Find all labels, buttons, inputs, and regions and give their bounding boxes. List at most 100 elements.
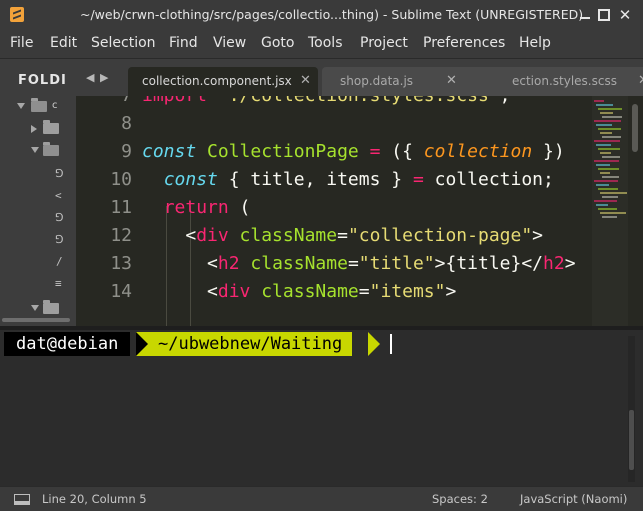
tree-file[interactable]: / <box>0 253 76 275</box>
code-line: const { title, items } = collection; <box>142 166 554 194</box>
code-token: className <box>250 253 348 274</box>
minimap-line <box>594 160 619 162</box>
minimap-line <box>596 184 609 186</box>
code-token: { title, items } <box>217 169 413 190</box>
menu-help[interactable]: Help <box>519 35 551 51</box>
file-text-icon: ≡ <box>55 277 62 290</box>
file-icon: ⅁ <box>55 233 64 246</box>
minimize-icon[interactable] <box>578 8 592 22</box>
tree-file[interactable]: < <box>0 187 76 209</box>
line-number: 13 <box>110 253 132 274</box>
terminal-cursor <box>390 334 392 354</box>
code-token: import <box>142 96 207 106</box>
terminal-scrollbar-thumb[interactable] <box>629 410 634 470</box>
code-token: = <box>412 169 424 190</box>
menu-file[interactable]: File <box>10 35 33 51</box>
tree-file[interactable]: ⅁ <box>0 231 76 253</box>
menu-find[interactable]: Find <box>169 35 198 51</box>
minimap-line <box>600 192 627 194</box>
prompt-separator <box>136 332 148 356</box>
menu-view[interactable]: View <box>213 35 246 51</box>
minimap-line <box>596 204 608 206</box>
tree-file[interactable]: ⅁ <box>0 209 76 231</box>
minimap-line <box>598 148 620 150</box>
menu-bar: File Edit Selection Find View Goto Tools… <box>0 30 643 58</box>
menu-edit[interactable]: Edit <box>50 35 77 51</box>
minimap-line <box>602 156 620 158</box>
chevron-down-icon[interactable] <box>17 103 25 109</box>
close-icon[interactable]: ✕ <box>446 73 457 88</box>
menu-selection[interactable]: Selection <box>91 35 156 51</box>
minimap-line <box>602 216 617 218</box>
tab-prev-icon[interactable]: ◀ <box>86 71 94 84</box>
code-editor[interactable]: 7 8 9 10 11 12 13 14 import "./collection.style… <box>76 96 643 326</box>
menu-project[interactable]: Project <box>360 35 408 51</box>
code-token: CollectionPage <box>207 141 359 162</box>
folder-open-icon <box>31 98 47 112</box>
tree-root-label: c <box>52 100 58 111</box>
code-token: "items" <box>369 281 446 302</box>
close-icon[interactable]: ✕ <box>618 8 632 23</box>
window-title: ~/web/crwn-clothing/src/pages/collectio.… <box>80 7 584 22</box>
menu-tools[interactable]: Tools <box>308 35 343 51</box>
prompt-user: dat@debian <box>4 332 131 356</box>
minimap-line <box>596 104 613 106</box>
minimap-line <box>600 132 612 134</box>
file-code-icon: < <box>55 189 62 202</box>
sidebar-scrollbar[interactable] <box>2 318 70 322</box>
file-script-icon: / <box>56 255 63 268</box>
menu-goto[interactable]: Goto <box>261 35 294 51</box>
folder-icon <box>43 120 59 134</box>
chevron-down-icon[interactable] <box>31 305 39 311</box>
tree-folder-collapsed[interactable] <box>0 119 76 141</box>
chevron-right-icon[interactable] <box>31 125 37 133</box>
tab-collection-styles[interactable]: ection.styles.scss ✕ <box>488 67 643 96</box>
minimap-line <box>602 196 618 198</box>
tree-file[interactable]: ≡ <box>0 275 76 297</box>
code-token: div <box>196 225 229 246</box>
terminal-panel[interactable]: dat@debian ~/ubwebnew/Waiting <box>0 330 643 486</box>
tab-bar: ◀ ▶ ection.styles.scss ✕ shop.data.js ✕ … <box>76 58 643 96</box>
status-syntax[interactable]: JavaScript (Naomi) <box>520 492 627 506</box>
close-icon[interactable]: ✕ <box>300 73 311 88</box>
minimap-line <box>594 200 617 202</box>
chevron-down-icon[interactable] <box>31 147 39 153</box>
tree-folder-expanded[interactable] <box>0 141 76 163</box>
panel-toggle-icon[interactable] <box>14 494 30 505</box>
tab-label: ection.styles.scss <box>512 74 617 88</box>
tree-root-folder[interactable]: c <box>0 97 76 119</box>
code-token: < <box>142 225 197 246</box>
line-number-gutter: 7 8 9 10 11 12 13 14 <box>76 96 140 326</box>
code-token: className <box>239 225 338 246</box>
tree-file[interactable]: ⅁ <box>0 165 76 187</box>
code-area[interactable]: import "./collection.styles.scss"; const … <box>142 96 592 326</box>
code-token: h2 <box>217 253 240 274</box>
tab-collection-component[interactable]: collection.component.jsx ✕ <box>128 67 318 96</box>
menu-preferences[interactable]: Preferences <box>423 35 505 51</box>
tab-label: shop.data.js <box>340 74 414 88</box>
code-token: "./collection.styles.scss" <box>218 96 500 106</box>
status-indentation[interactable]: Spaces: 2 <box>432 492 488 506</box>
code-token: = <box>369 141 381 162</box>
line-number: 11 <box>110 197 132 218</box>
minimap[interactable] <box>592 96 628 326</box>
minimap-line <box>600 212 626 214</box>
editor-scrollbar[interactable] <box>632 104 638 152</box>
status-cursor-position[interactable]: Line 20, Column 5 <box>42 492 147 506</box>
close-icon[interactable]: ✕ <box>638 73 643 88</box>
sidebar: FOLDI c ⅁ < ⅁ ⅁ / ≡ <box>0 58 76 326</box>
prompt-separator <box>368 332 380 356</box>
minimap-line <box>596 164 610 166</box>
code-token: ; <box>500 96 511 106</box>
tab-next-icon[interactable]: ▶ <box>100 71 108 84</box>
code-line: <div className="items"> <box>142 278 456 306</box>
minimap-line <box>600 152 611 154</box>
tab-shop-data[interactable]: shop.data.js ✕ <box>322 67 498 96</box>
maximize-icon[interactable] <box>598 9 610 21</box>
file-icon: ⅁ <box>55 167 64 180</box>
minimap-line <box>594 180 618 182</box>
code-line: import "./collection.styles.scss"; <box>142 96 510 110</box>
